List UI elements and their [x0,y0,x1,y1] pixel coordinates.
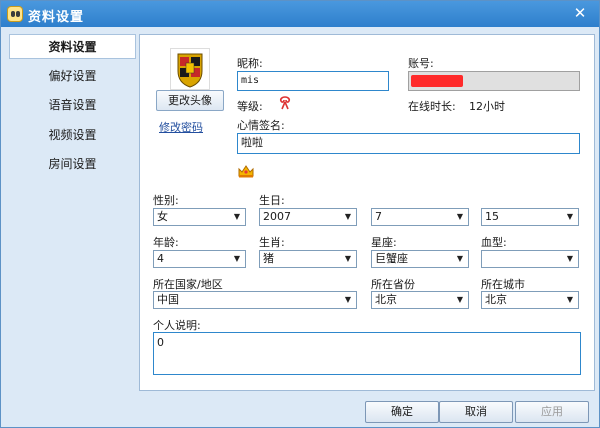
redaction-mark [411,75,463,87]
constellation-value: 巨蟹座 [375,252,408,265]
zodiac-value: 猪 [263,252,274,265]
age-value: 4 [157,252,164,265]
description-textarea[interactable]: 0 [153,332,581,375]
age-select[interactable]: 4 ▼ [153,250,246,268]
level-label: 等级: [237,100,263,113]
sidebar-item-preferences[interactable]: 偏好设置 [9,64,136,89]
province-label: 所在省份 [371,278,415,291]
nickname-input[interactable]: mis [237,71,389,91]
birth-year-value: 2007 [263,210,291,223]
constellation-label: 星座: [371,236,397,249]
ok-button[interactable]: 确定 [365,401,439,423]
close-button[interactable]: ✕ [571,4,589,22]
title-bar[interactable]: 资料设置 ✕ [1,1,599,27]
gender-label: 性别: [153,194,179,207]
sidebar-item-profile[interactable]: 资料设置 [9,34,136,59]
gender-select[interactable]: 女 ▼ [153,208,246,226]
province-value: 北京 [375,293,397,306]
chevron-down-icon: ▼ [566,295,574,304]
province-select[interactable]: 北京 ▼ [371,291,469,309]
chevron-down-icon: ▼ [456,254,464,263]
chevron-down-icon: ▼ [344,295,352,304]
sidebar: 资料设置 偏好设置 语音设置 视频设置 房间设置 [5,32,138,392]
country-value: 中国 [157,293,179,306]
signature-input[interactable]: 啦啦 [237,133,580,154]
description-label: 个人说明: [153,319,201,332]
avatar [170,48,210,90]
chevron-down-icon: ▼ [566,212,574,221]
zodiac-select[interactable]: 猪 ▼ [259,250,357,268]
country-label: 所在国家/地区 [153,278,223,291]
porsche-crest-icon [177,53,203,88]
birthday-label: 生日: [259,194,285,207]
gender-value: 女 [157,210,168,223]
apply-button[interactable]: 应用 [515,401,589,423]
account-field [408,71,580,91]
chevron-down-icon: ▼ [344,212,352,221]
nickname-label: 昵称: [237,57,263,70]
qq-penguin-icon [7,6,23,22]
age-label: 年龄: [153,236,179,249]
birth-day-select[interactable]: 15 ▼ [481,208,579,226]
level-icon [277,95,293,114]
window-title: 资料设置 [28,10,85,25]
signature-label: 心情签名: [237,119,285,132]
constellation-select[interactable]: 巨蟹座 ▼ [371,250,469,268]
chevron-down-icon: ▼ [233,212,241,221]
change-avatar-button[interactable]: 更改头像 [156,90,224,111]
sidebar-item-voice[interactable]: 语音设置 [9,93,136,118]
settings-window: 资料设置 ✕ 资料设置 偏好设置 语音设置 视频设置 房间设置 更改头像 修改密… [0,0,600,428]
zodiac-label: 生肖: [259,236,285,249]
chevron-down-icon: ▼ [456,212,464,221]
chevron-down-icon: ▼ [233,254,241,263]
blood-select[interactable]: ▼ [481,250,579,268]
city-value: 北京 [485,293,507,306]
city-label: 所在城市 [481,278,525,291]
chevron-down-icon: ▼ [456,295,464,304]
chevron-down-icon: ▼ [566,254,574,263]
sidebar-item-room[interactable]: 房间设置 [9,152,136,177]
sidebar-item-video[interactable]: 视频设置 [9,123,136,148]
chevron-down-icon: ▼ [344,254,352,263]
country-select[interactable]: 中国 ▼ [153,291,357,309]
birth-year-select[interactable]: 2007 ▼ [259,208,357,226]
birth-day-value: 15 [485,210,499,223]
birth-month-value: 7 [375,210,382,223]
city-select[interactable]: 北京 ▼ [481,291,579,309]
online-label: 在线时长: [408,100,456,113]
crown-icon [237,163,255,182]
birth-month-select[interactable]: 7 ▼ [371,208,469,226]
change-password-link[interactable]: 修改密码 [159,119,203,135]
blood-label: 血型: [481,236,507,249]
account-label: 账号: [408,57,434,70]
profile-panel: 更改头像 修改密码 昵称: mis 账号: 等级: 在线时长: 12小时 心情签… [139,34,595,391]
cancel-button[interactable]: 取消 [439,401,513,423]
online-value: 12小时 [469,100,505,113]
